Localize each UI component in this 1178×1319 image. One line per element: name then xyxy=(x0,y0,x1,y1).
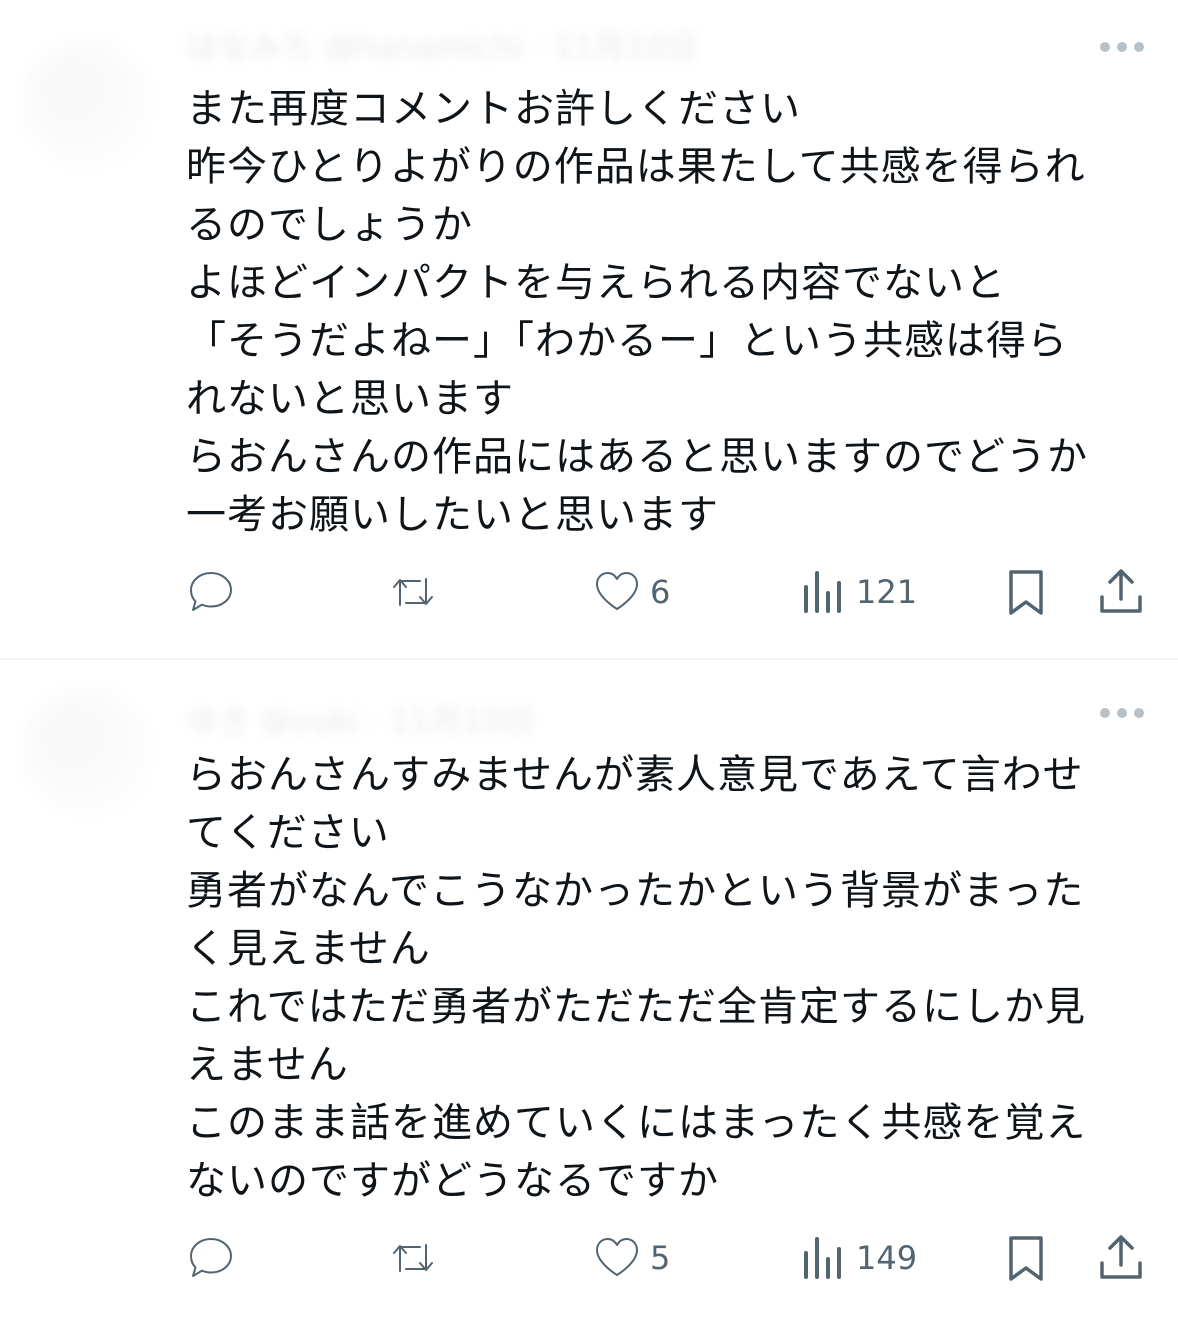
repost-button[interactable] xyxy=(388,1232,438,1284)
tweet-text-line: これではただ勇者がただただ全肯定するにしか見 xyxy=(186,984,1086,1030)
tweet-text: らおんさんすみませんが素人意見であえて言わせ てください 勇者がなんでこうなかっ… xyxy=(186,746,1116,1210)
views-count: 121 xyxy=(856,573,918,611)
bookmark-icon xyxy=(1009,570,1043,615)
tweet-text: また再度コメントお許しください 昨今ひとりよがりの作品は果たして共感を得られ る… xyxy=(186,80,1116,544)
bookmark-icon xyxy=(1009,1236,1043,1281)
bookmark-button[interactable] xyxy=(1001,1232,1051,1284)
tweet-text-line: 昨今ひとりよがりの作品は果たして共感を得られ xyxy=(186,144,1086,190)
tweet-text-line: よほどインパクトを与えられる内容でないと xyxy=(186,260,1006,306)
heart-icon xyxy=(596,1238,638,1276)
tweet-text-line: また再度コメントお許しください xyxy=(186,86,801,132)
like-button[interactable]: 6 xyxy=(592,566,670,618)
tweet-text-line: 一考お願いしたいと思います xyxy=(186,492,719,538)
share-button[interactable] xyxy=(1096,1232,1146,1284)
share-upload-icon xyxy=(1100,569,1142,613)
more-dots-icon[interactable] xyxy=(1100,40,1144,54)
tweet-reply-2[interactable]: ゆき @yuki · 11月10日 らおんさんすみませんが素人意見であえて言わせ… xyxy=(0,660,1178,1319)
reply-bubble-icon xyxy=(190,1238,232,1277)
reply-button[interactable] xyxy=(186,566,236,618)
share-upload-icon xyxy=(1100,1235,1142,1279)
repost-arrows-icon xyxy=(393,578,433,606)
tweet-text-line: ないのですがどうなるですか xyxy=(186,1158,719,1204)
share-button[interactable] xyxy=(1096,566,1146,618)
tweet-text-line: 勇者がなんでこうなかったかという背景がまった xyxy=(186,868,1085,914)
views-chart-icon xyxy=(804,1237,841,1279)
views-button[interactable]: 149 xyxy=(798,1232,917,1284)
repost-button[interactable] xyxy=(388,566,438,618)
tweet-text-line: らおんさんすみませんが素人意見であえて言わせ xyxy=(186,752,1084,798)
tweet-text-line: らおんさんの作品にはあると思いますのでどうか xyxy=(186,434,1088,480)
views-button[interactable]: 121 xyxy=(798,566,917,618)
like-count: 5 xyxy=(650,1239,671,1277)
author-header-blurred: はなみち @hanamichi · 11月10日 xyxy=(186,28,699,62)
views-count: 149 xyxy=(856,1239,918,1277)
like-button[interactable]: 5 xyxy=(592,1232,670,1284)
tweet-reply-1[interactable]: はなみち @hanamichi · 11月10日 また再度コメントお許しください… xyxy=(0,0,1178,658)
author-header-blurred: ゆき @yuki · 11月10日 xyxy=(186,702,535,736)
like-count: 6 xyxy=(650,573,671,611)
tweet-text-line: れないと思います xyxy=(186,376,514,422)
reply-bubble-icon xyxy=(190,572,232,611)
repost-arrows-icon xyxy=(393,1244,433,1272)
tweet-text-line: く見えません xyxy=(186,926,431,972)
tweet-text-line: えません xyxy=(186,1042,349,1088)
tweet-text-line: このまま話を進めていくにはまったく共感を覚え xyxy=(186,1100,1087,1146)
tweet-text-line: るのでしょうか xyxy=(186,202,473,248)
more-dots-icon[interactable] xyxy=(1100,706,1144,720)
reply-button[interactable] xyxy=(186,1232,236,1284)
avatar[interactable] xyxy=(22,686,152,816)
heart-icon xyxy=(596,572,638,610)
views-chart-icon xyxy=(804,571,841,613)
tweet-text-line: てください xyxy=(186,810,390,856)
bookmark-button[interactable] xyxy=(1001,566,1051,618)
action-bar: 5 149 xyxy=(186,1232,1146,1284)
action-bar: 6 121 xyxy=(186,566,1146,618)
tweet-text-line: 「そうだよねー」「わかるー」という共感は得ら xyxy=(186,318,1068,364)
avatar[interactable] xyxy=(22,38,152,168)
